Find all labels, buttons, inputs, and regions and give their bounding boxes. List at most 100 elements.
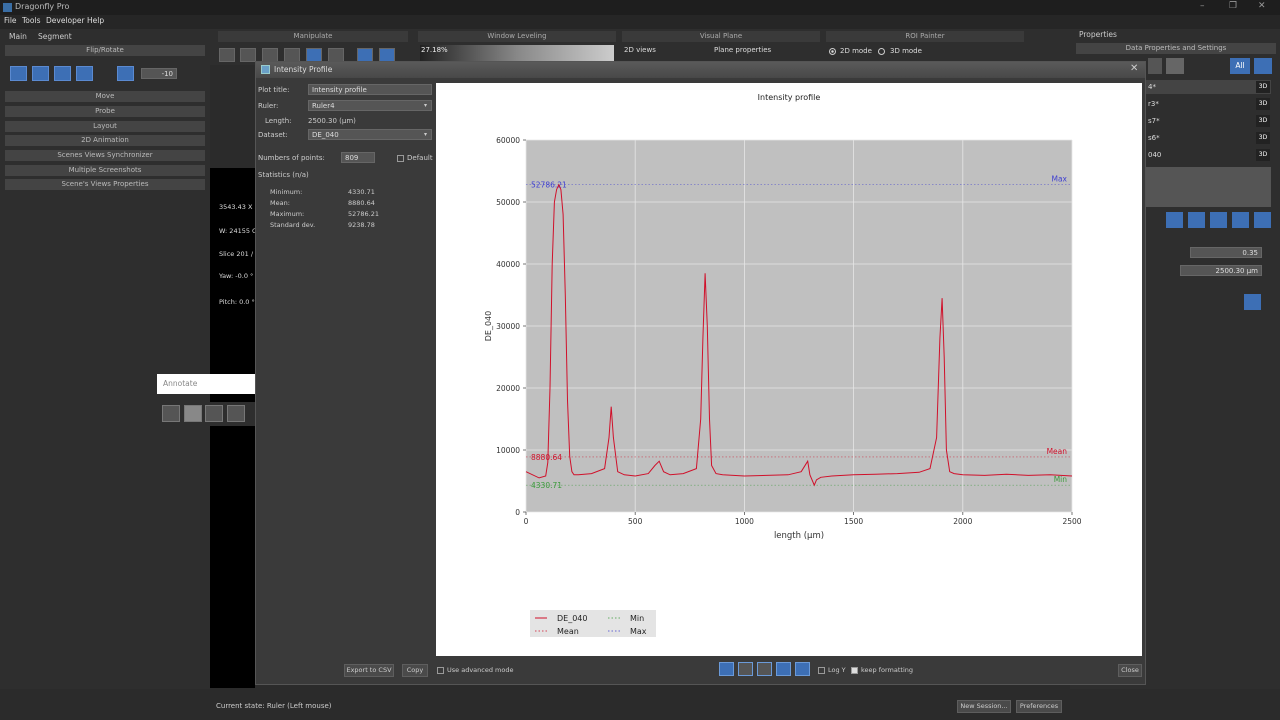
roi-painter-header[interactable]: ROI Painter — [826, 31, 1024, 42]
points-icon[interactable] — [162, 405, 180, 422]
data-row-1-tag[interactable]: 3D — [1256, 81, 1270, 93]
flip-vertical-button[interactable] — [32, 66, 49, 81]
data-properties-header[interactable]: Data Properties and Settings — [1076, 43, 1276, 54]
dataset-dropdown-icon[interactable]: ▾ — [424, 131, 427, 138]
annotate-panel[interactable]: Annotate — [157, 374, 255, 394]
export-data-icon[interactable] — [1210, 212, 1227, 228]
opacity-field[interactable]: 0.35 — [1190, 247, 1262, 258]
zoom-chart-icon[interactable] — [757, 662, 772, 676]
dialog-title-bar[interactable] — [256, 62, 1145, 78]
num-points-stepper[interactable]: 809 — [341, 152, 375, 163]
chart-settings-icon[interactable] — [795, 662, 810, 676]
plot-title-input[interactable]: Intensity profile — [308, 84, 432, 95]
copy-button[interactable]: Copy — [402, 664, 428, 677]
section-2d-animation[interactable]: 2D Animation — [5, 135, 205, 146]
mode-2d-radio[interactable] — [829, 48, 836, 55]
zoom-icon[interactable] — [262, 48, 278, 62]
section-layout[interactable]: Layout — [5, 121, 205, 132]
visual-plane-header[interactable]: Visual Plane — [622, 31, 820, 42]
flip-horizontal-button[interactable] — [10, 66, 27, 81]
protractor-icon[interactable] — [328, 48, 344, 62]
rotate-view-button[interactable] — [76, 66, 93, 81]
section-multiple-screenshots[interactable]: Multiple Screenshots — [5, 165, 205, 176]
properties-header: Properties — [1079, 30, 1117, 39]
viewer-pitch: Pitch: 0.0 ° — [219, 298, 255, 306]
data-row-5-name[interactable]: 040 — [1148, 151, 1161, 159]
section-scenes-views-properties[interactable]: Scene's Views Properties — [5, 179, 205, 190]
max-line-label: Max — [1051, 175, 1067, 184]
section-probe[interactable]: Probe — [5, 106, 205, 117]
plot-area[interactable]: Intensity profile 0 500 1000 1500 2000 2500 0 1… — [436, 83, 1142, 656]
rotate-angle-input[interactable]: -10 — [141, 68, 177, 79]
menu-file[interactable]: File — [4, 16, 17, 25]
section-scenes-views-synchronizer[interactable]: Scenes Views Synchronizer — [5, 150, 205, 161]
data-row-4-name[interactable]: s6* — [1148, 134, 1160, 142]
pan-icon[interactable] — [240, 48, 256, 62]
crosshair-icon[interactable] — [219, 48, 235, 62]
mean-value-label: 8880.64 — [531, 453, 562, 462]
all-filter-button[interactable]: All — [1230, 58, 1250, 74]
intensity-chart[interactable]: Intensity profile 0 500 1000 1500 2000 2500 0 1… — [436, 83, 1142, 656]
reset-view-icon[interactable] — [379, 48, 395, 62]
data-row-3-tag[interactable]: 3D — [1256, 115, 1270, 127]
grid-view-icon[interactable] — [1148, 58, 1162, 74]
ruler-tool-icon[interactable] — [184, 405, 202, 422]
data-row-4-tag[interactable]: 3D — [1256, 132, 1270, 144]
ruler-select[interactable]: Ruler4 — [308, 100, 432, 111]
menu-tools[interactable]: Tools — [22, 16, 40, 25]
3d-view-icon[interactable] — [1166, 58, 1184, 74]
scene-viewer[interactable] — [210, 168, 255, 688]
visibility-icon[interactable] — [1254, 58, 1272, 74]
dataset-select[interactable]: DE_040 — [308, 129, 432, 140]
preferences-button[interactable]: Preferences — [1016, 700, 1062, 713]
tab-main[interactable]: Main — [9, 32, 27, 41]
manipulate-header[interactable]: Manipulate — [218, 31, 408, 42]
ruler-dropdown-icon[interactable]: ▾ — [424, 102, 427, 109]
delete-data-icon[interactable] — [1254, 212, 1271, 228]
mode-3d-radio[interactable] — [878, 48, 885, 55]
contrast-icon[interactable] — [284, 48, 300, 62]
advanced-mode-checkbox[interactable] — [437, 667, 444, 674]
close-dialog-button[interactable]: Close — [1118, 664, 1142, 677]
x-tick-label: 2000 — [953, 517, 972, 526]
settings-icon[interactable] — [1166, 212, 1183, 228]
save-chart-icon[interactable] — [776, 662, 791, 676]
restore-icon[interactable]: ❐ — [1229, 1, 1237, 11]
rotate-button[interactable] — [117, 66, 134, 81]
menu-developer[interactable]: Developer — [46, 16, 85, 25]
swap-button[interactable] — [54, 66, 71, 81]
legend-label-min: Min — [630, 614, 644, 623]
tab-segment[interactable]: Segment — [38, 32, 72, 41]
num-points-label: Numbers of points: — [258, 154, 325, 162]
dialog-close-icon[interactable]: ✕ — [1130, 63, 1138, 74]
pan-chart-icon[interactable] — [738, 662, 753, 676]
copy-data-icon[interactable] — [1188, 212, 1205, 228]
minimize-icon[interactable]: – — [1200, 1, 1205, 11]
stat-min-value: 4330.71 — [348, 188, 375, 196]
chart-icon[interactable] — [1244, 294, 1261, 310]
angle-icon[interactable] — [205, 405, 223, 422]
y-tick-label: 0 — [515, 508, 520, 517]
refresh-icon[interactable] — [719, 662, 734, 676]
log-y-checkbox[interactable] — [818, 667, 825, 674]
section-move[interactable]: Move — [5, 91, 205, 102]
keep-formatting-checkbox[interactable] — [851, 667, 858, 674]
length-field[interactable]: 2500.30 μm — [1180, 265, 1262, 276]
default-checkbox[interactable] — [397, 155, 404, 162]
export-csv-button[interactable]: Export to CSV — [344, 664, 394, 677]
data-row-2-tag[interactable]: 3D — [1256, 98, 1270, 110]
close-window-icon[interactable]: ✕ — [1258, 1, 1266, 11]
window-leveling-header[interactable]: Window Leveling — [418, 31, 616, 42]
fit-view-icon[interactable] — [357, 48, 373, 62]
ruler-icon[interactable] — [306, 48, 322, 62]
protractor-tool-icon[interactable] — [227, 405, 245, 422]
data-row-3-name[interactable]: s7* — [1148, 117, 1160, 125]
data-row-5-tag[interactable]: 3D — [1256, 149, 1270, 161]
window-level-histogram[interactable] — [420, 45, 614, 61]
menu-help[interactable]: Help — [87, 16, 104, 25]
flip-rotate-header[interactable]: Flip/Rotate — [5, 45, 205, 56]
data-row-2-name[interactable]: r3* — [1148, 100, 1159, 108]
import-data-icon[interactable] — [1232, 212, 1249, 228]
data-row-1[interactable] — [1146, 80, 1271, 94]
new-session-button[interactable]: New Session... — [957, 700, 1011, 713]
